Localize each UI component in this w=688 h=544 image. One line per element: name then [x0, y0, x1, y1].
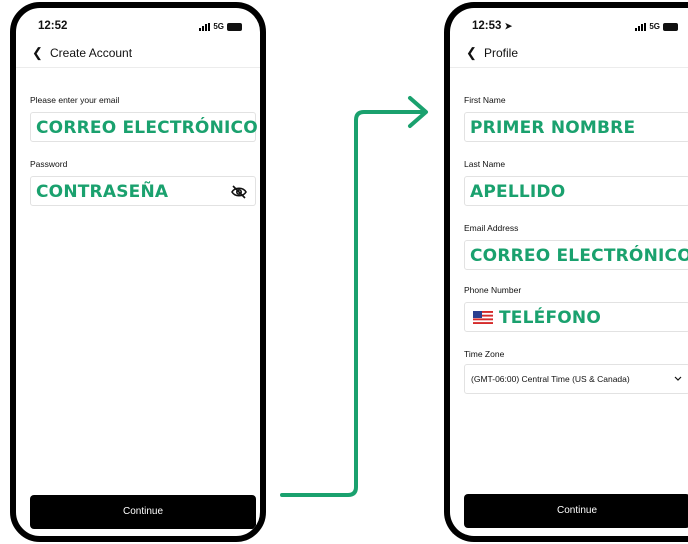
battery-icon [227, 22, 242, 31]
first-name-label: First Name [464, 95, 506, 105]
home-indicator [93, 524, 183, 528]
status-bar: 12:53 ➤ 5G [450, 20, 688, 36]
password-field[interactable]: CONTRASEÑA [30, 176, 256, 206]
nav-bar: ❮ Profile [450, 44, 688, 66]
divider [16, 67, 260, 68]
nav-bar: ❮ Create Account [16, 44, 260, 66]
status-bar: 12:52 5G [16, 20, 260, 36]
chevron-left-icon[interactable]: ❮ [32, 45, 43, 61]
email-field[interactable]: CORREO ELECTRÓNICO [464, 240, 688, 270]
first-name-value: PRIMER NOMBRE [470, 118, 636, 138]
create-account-screen: 12:52 5G ❮ Create Account Please enter y… [10, 2, 266, 542]
divider [450, 67, 688, 68]
email-label: Email Address [464, 223, 519, 233]
page-title: Profile [484, 46, 519, 60]
phone-field[interactable]: TELÉFONO [464, 302, 688, 332]
chevron-down-icon [674, 376, 682, 381]
phone-value: TELÉFONO [499, 308, 601, 328]
signal-icon [635, 22, 647, 31]
battery-icon [663, 22, 678, 31]
time-zone-select[interactable]: (GMT-06:00) Central Time (US & Canada) [464, 364, 688, 394]
status-icons: 5G [635, 22, 678, 31]
email-field[interactable]: CORREO ELECTRÓNICO [30, 112, 258, 142]
profile-screen: 12:53 ➤ 5G ❮ Profile First Name PRIMER N… [444, 2, 688, 542]
first-name-field[interactable]: PRIMER NOMBRE [464, 112, 688, 142]
flow-arrow [280, 96, 428, 497]
us-flag-icon[interactable] [473, 311, 493, 324]
signal-icon [199, 22, 211, 31]
chevron-left-icon[interactable]: ❮ [466, 45, 477, 61]
location-arrow-icon: ➤ [504, 21, 513, 31]
status-time: 12:52 [38, 20, 68, 32]
page-title: Create Account [50, 46, 133, 60]
last-name-label: Last Name [464, 159, 506, 169]
last-name-field[interactable]: APELLIDO [464, 176, 688, 206]
status-icons: 5G [199, 22, 242, 31]
status-time: 12:53 ➤ [472, 20, 513, 32]
email-value: CORREO ELECTRÓNICO [470, 246, 688, 266]
network-label: 5G [649, 22, 660, 31]
time-zone-value: (GMT-06:00) Central Time (US & Canada) [471, 374, 630, 384]
password-value: CONTRASEÑA [36, 182, 169, 202]
network-label: 5G [213, 22, 224, 31]
password-label: Password [30, 159, 68, 169]
time-zone-label: Time Zone [464, 349, 505, 359]
eye-slash-icon[interactable] [231, 185, 247, 199]
email-value: CORREO ELECTRÓNICO [36, 118, 258, 138]
email-label: Please enter your email [30, 95, 120, 105]
home-indicator [527, 524, 617, 528]
last-name-value: APELLIDO [470, 182, 566, 202]
continue-button[interactable]: Continue [464, 494, 688, 528]
phone-label: Phone Number [464, 285, 522, 295]
